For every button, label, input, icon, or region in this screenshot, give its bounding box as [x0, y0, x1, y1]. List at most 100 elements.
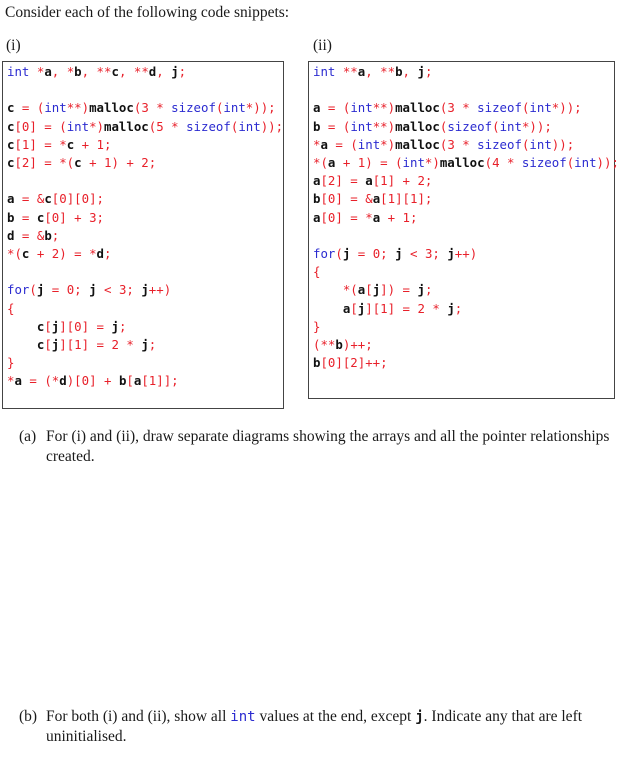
question-b-int-keyword: int: [230, 709, 256, 725]
code-token-op: *): [424, 155, 440, 170]
code-token-fn: malloc: [395, 118, 440, 134]
code-token-id: c: [74, 155, 82, 170]
code-token-op: , **: [81, 64, 112, 79]
code-token-kw: int: [7, 64, 37, 79]
code-token-kw: int: [350, 118, 373, 134]
code-token-op: ;: [118, 318, 127, 334]
code-token-kw: sizeof: [477, 100, 522, 116]
code-token-op: ));: [260, 118, 284, 134]
code-token-op: [313, 301, 343, 316]
code-token-op: )[0] +: [66, 373, 119, 389]
code-token-op: (5 *: [148, 118, 187, 134]
code-line: *a = (int*)malloc(3 * sizeof(int));: [313, 136, 574, 154]
code-line: c[0] = (int*)malloc(5 * sizeof(int));: [7, 118, 283, 136]
code-token-op: [0][2]++;: [320, 355, 388, 371]
code-token-kw: for: [313, 246, 336, 261]
code-line: (**b)++;: [313, 336, 373, 354]
code-token-id: j: [141, 282, 149, 298]
question-a-mark: (a): [19, 428, 37, 445]
code-token-op: (: [335, 246, 343, 261]
code-token-op: (3 *: [133, 100, 172, 116]
code-token-op: *));: [551, 100, 582, 116]
code-token-id: j: [395, 246, 403, 261]
code-token-kw: int: [350, 100, 373, 116]
code-token-kw: int: [238, 118, 261, 134]
code-token-op: [0] = *: [320, 209, 373, 225]
code-token-id: a: [365, 173, 373, 189]
code-token-kw: int: [66, 118, 90, 134]
code-line: {: [313, 263, 320, 281]
code-token-id: j: [141, 337, 149, 352]
question-b-text-before: For both (i) and (ii), show all: [46, 708, 231, 725]
code-line: a[2] = a[1] + 2;: [313, 172, 432, 190]
code-token-op: =: [14, 209, 37, 225]
code-token-kw: sizeof: [447, 118, 493, 134]
code-token-op: ));: [596, 155, 619, 170]
code-token-op: ][1] = 2 *: [365, 300, 448, 316]
code-token-op: *));: [521, 118, 552, 134]
code-line: }: [7, 354, 14, 372]
code-token-fn: malloc: [395, 100, 440, 116]
code-token-id: c: [44, 191, 52, 207]
code-token-fn: malloc: [439, 155, 485, 170]
code-token-op: + 1;: [380, 209, 418, 225]
code-token-op: [0][0];: [51, 191, 104, 207]
code-token-op: + 2) = *: [29, 246, 97, 261]
code-token-op: = &: [14, 191, 45, 207]
code-token-op: (: [492, 118, 500, 134]
code-token-op: ,: [402, 64, 418, 79]
code-token-kw: sizeof: [171, 100, 216, 116]
code-token-op: < 3;: [96, 282, 142, 298]
code-token-op: }: [7, 355, 15, 371]
question-b-text-middle: values at the end, except: [255, 708, 416, 725]
code-line: a = (int**)malloc(3 * sizeof(int*));: [313, 99, 582, 117]
snippet-ii-label: (ii): [313, 37, 332, 54]
code-token-op: , *: [51, 64, 75, 79]
code-line: c = (int**)malloc(3 * sizeof(int*));: [7, 99, 276, 117]
code-token-op: (: [29, 282, 37, 298]
code-token-kw: int: [44, 100, 67, 116]
code-token-op: (**: [313, 337, 336, 352]
code-line: *(a + 1) = (int*)malloc(4 * sizeof(int))…: [313, 154, 619, 172]
code-token-fn: malloc: [395, 136, 440, 152]
code-token-op: + 1) + 2;: [81, 155, 157, 170]
code-token-op: = (: [320, 118, 351, 134]
code-line: c[1] = *c + 1;: [7, 136, 111, 154]
code-line: for(j = 0; j < 3; j++): [7, 281, 171, 299]
code-line: }: [313, 318, 320, 336]
code-token-op: [1][1];: [380, 191, 433, 207]
code-token-kw: int: [223, 100, 246, 116]
code-token-op: *(: [313, 282, 358, 298]
code-token-op: = 0;: [44, 282, 90, 298]
code-line: a[j][1] = 2 * j;: [313, 300, 462, 318]
code-line: c[2] = *(c + 1) + 2;: [7, 154, 156, 172]
code-box-snippet-i: int *a, *b, **c, **d, j; c = (int**)mallo…: [2, 61, 284, 409]
code-token-op: [0] + 3;: [44, 209, 105, 225]
code-token-id: b: [44, 227, 52, 243]
code-token-op: ;: [454, 300, 463, 316]
code-line: *(a[j]) = j;: [313, 281, 433, 299]
code-token-id: d: [59, 373, 67, 389]
code-token-op: **): [372, 118, 396, 134]
code-token-op: [0] = &: [320, 191, 373, 207]
code-token-op: **): [372, 100, 396, 116]
code-token-op: = &: [14, 227, 45, 243]
code-token-op: (3 *: [439, 136, 478, 152]
code-token-op: ;: [424, 282, 433, 298]
code-token-op: = (: [320, 100, 351, 116]
code-token-op: ++): [454, 246, 478, 261]
snippet-i-label: (i): [6, 37, 21, 54]
code-token-op: (4 *: [484, 155, 522, 170]
code-line: d = &b;: [7, 227, 59, 245]
code-token-op: ++): [148, 282, 172, 298]
code-line: a = &c[0][0];: [7, 190, 104, 208]
code-token-op: ;: [148, 337, 157, 352]
code-token-op: , **: [365, 64, 396, 79]
code-line: c[j][1] = 2 * j;: [7, 336, 156, 354]
code-token-op: = (*: [21, 373, 60, 389]
question-b-text: For both (i) and (ii), show all int valu…: [46, 707, 616, 747]
code-token-op: ][1] = 2 *: [59, 337, 142, 352]
code-token-op: *(: [7, 246, 22, 261]
question-b-mark: (b): [19, 708, 38, 725]
code-token-op: [0] = (: [14, 118, 67, 134]
